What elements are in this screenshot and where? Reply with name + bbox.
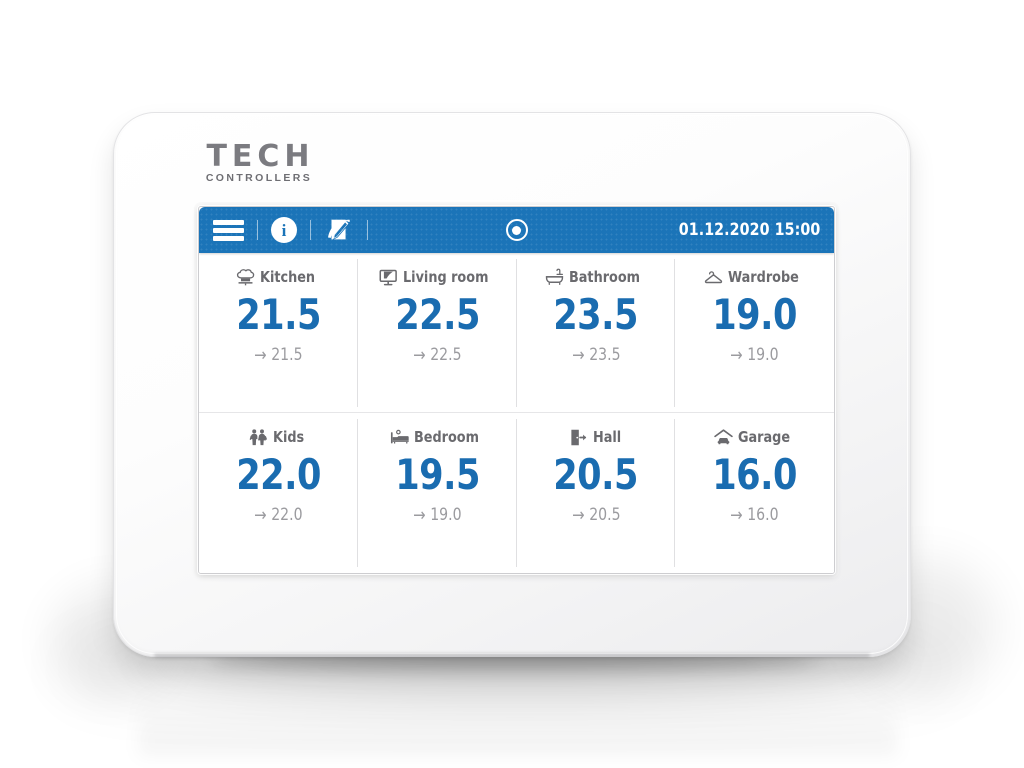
room-tile-living-room[interactable]: Living room 22.5 → 22.5	[357, 253, 517, 413]
room-name: Wardrobe	[728, 268, 799, 286]
arrow-right-icon: →	[412, 504, 426, 526]
chef-hat-icon	[237, 268, 255, 285]
setpoint-value: 23.5	[588, 345, 621, 365]
setpoint-value: 22.5	[430, 345, 462, 365]
setpoint-value: 21.5	[271, 345, 303, 365]
room-setpoint: → 22.0	[254, 505, 302, 525]
clothes-hanger-icon	[704, 270, 723, 283]
setpoint-value: 19.0	[430, 505, 462, 525]
room-setpoint: → 19.0	[730, 345, 778, 365]
pen-edit-icon[interactable]	[324, 215, 354, 245]
room-name: Hall	[592, 428, 621, 446]
room-header: Kids	[249, 427, 307, 447]
room-setpoint: → 22.5	[413, 345, 461, 365]
separator	[367, 220, 368, 240]
room-header: Bedroom	[390, 427, 485, 447]
arrow-right-icon: →	[254, 504, 267, 526]
room-temperature: 23.5	[553, 290, 639, 339]
info-circle-icon[interactable]: i	[271, 217, 297, 243]
room-tile-wardrobe[interactable]: Wardrobe 19.0 → 19.0	[675, 253, 834, 413]
device-screen: i 01.12.2020 15:00 Kitchen 21.5 → 21.5 L…	[198, 206, 835, 574]
arrow-right-icon: →	[571, 344, 585, 366]
children-icon	[250, 428, 268, 445]
room-header: Garage	[714, 427, 795, 447]
room-name: Kids	[273, 428, 305, 446]
room-header: Wardrobe	[704, 267, 805, 287]
bathtub-icon	[546, 268, 564, 285]
room-name: Living room	[402, 268, 489, 286]
info-glyph: i	[281, 220, 287, 240]
scene: TECH CONTROLLERS i 01.12.2020 15:00 Kitc…	[0, 0, 1024, 768]
brand-name: TECH	[198, 142, 318, 172]
room-tile-garage[interactable]: Garage 16.0 → 16.0	[675, 413, 834, 573]
room-name: Bedroom	[413, 428, 479, 446]
setpoint-value: 22.0	[271, 505, 303, 525]
room-temperature: 22.5	[394, 290, 480, 339]
arrow-right-icon: →	[571, 504, 585, 526]
arrow-right-icon: →	[730, 504, 743, 526]
room-temperature: 21.5	[235, 290, 321, 339]
room-header: Bathroom	[545, 267, 646, 287]
room-temperature: 22.0	[235, 450, 321, 499]
garage-car-icon	[714, 428, 734, 444]
room-setpoint: → 21.5	[254, 345, 302, 365]
room-header: Living room	[379, 267, 496, 287]
arrow-right-icon: →	[412, 344, 426, 366]
arrow-right-icon: →	[730, 344, 743, 366]
room-tile-bedroom[interactable]: Bedroom 19.5 → 19.0	[358, 413, 517, 573]
room-setpoint: → 23.5	[572, 345, 620, 365]
room-setpoint: → 16.0	[730, 505, 778, 525]
room-tile-kids[interactable]: Kids 22.0 → 22.0	[199, 413, 358, 573]
room-name: Kitchen	[260, 268, 316, 286]
setpoint-value: 20.5	[588, 505, 621, 525]
separator	[310, 220, 311, 240]
room-temperature: 20.5	[553, 450, 639, 499]
room-tile-bathroom[interactable]: Bathroom 23.5 → 23.5	[516, 253, 676, 413]
thermostat-device: TECH CONTROLLERS i 01.12.2020 15:00 Kitc…	[113, 112, 911, 657]
arrow-right-icon: →	[254, 344, 267, 366]
setpoint-value: 19.0	[747, 345, 779, 365]
room-header: Kitchen	[236, 267, 320, 287]
separator	[257, 220, 258, 240]
room-setpoint: → 19.0	[413, 505, 461, 525]
bed-icon	[390, 429, 409, 444]
device-reflection	[138, 660, 898, 756]
room-tile-kitchen[interactable]: Kitchen 21.5 → 21.5	[199, 253, 358, 413]
room-name: Garage	[738, 428, 791, 446]
room-tile-hall[interactable]: Hall 20.5 → 20.5	[517, 413, 676, 573]
room-temperature: 19.5	[394, 450, 480, 499]
rooms-grid: Kitchen 21.5 → 21.5 Living room 22.5 → 2…	[199, 253, 834, 573]
room-setpoint: → 20.5	[572, 505, 620, 525]
room-temperature: 16.0	[712, 450, 798, 499]
television-icon	[379, 269, 397, 285]
record-target-icon[interactable]	[505, 219, 528, 241]
status-bar-left-icons: i	[199, 215, 381, 245]
door-exit-icon	[570, 429, 586, 445]
brand-tagline: CONTROLLERS	[205, 172, 313, 184]
setpoint-value: 16.0	[747, 505, 779, 525]
room-name: Bathroom	[569, 268, 641, 286]
status-bar: i 01.12.2020 15:00	[199, 207, 834, 253]
room-temperature: 19.0	[712, 290, 798, 339]
hamburger-menu-icon[interactable]	[213, 219, 244, 241]
datetime-display: 01.12.2020 15:00	[678, 220, 821, 240]
brand-logo: TECH CONTROLLERS	[198, 142, 318, 184]
room-header: Hall	[569, 427, 624, 447]
